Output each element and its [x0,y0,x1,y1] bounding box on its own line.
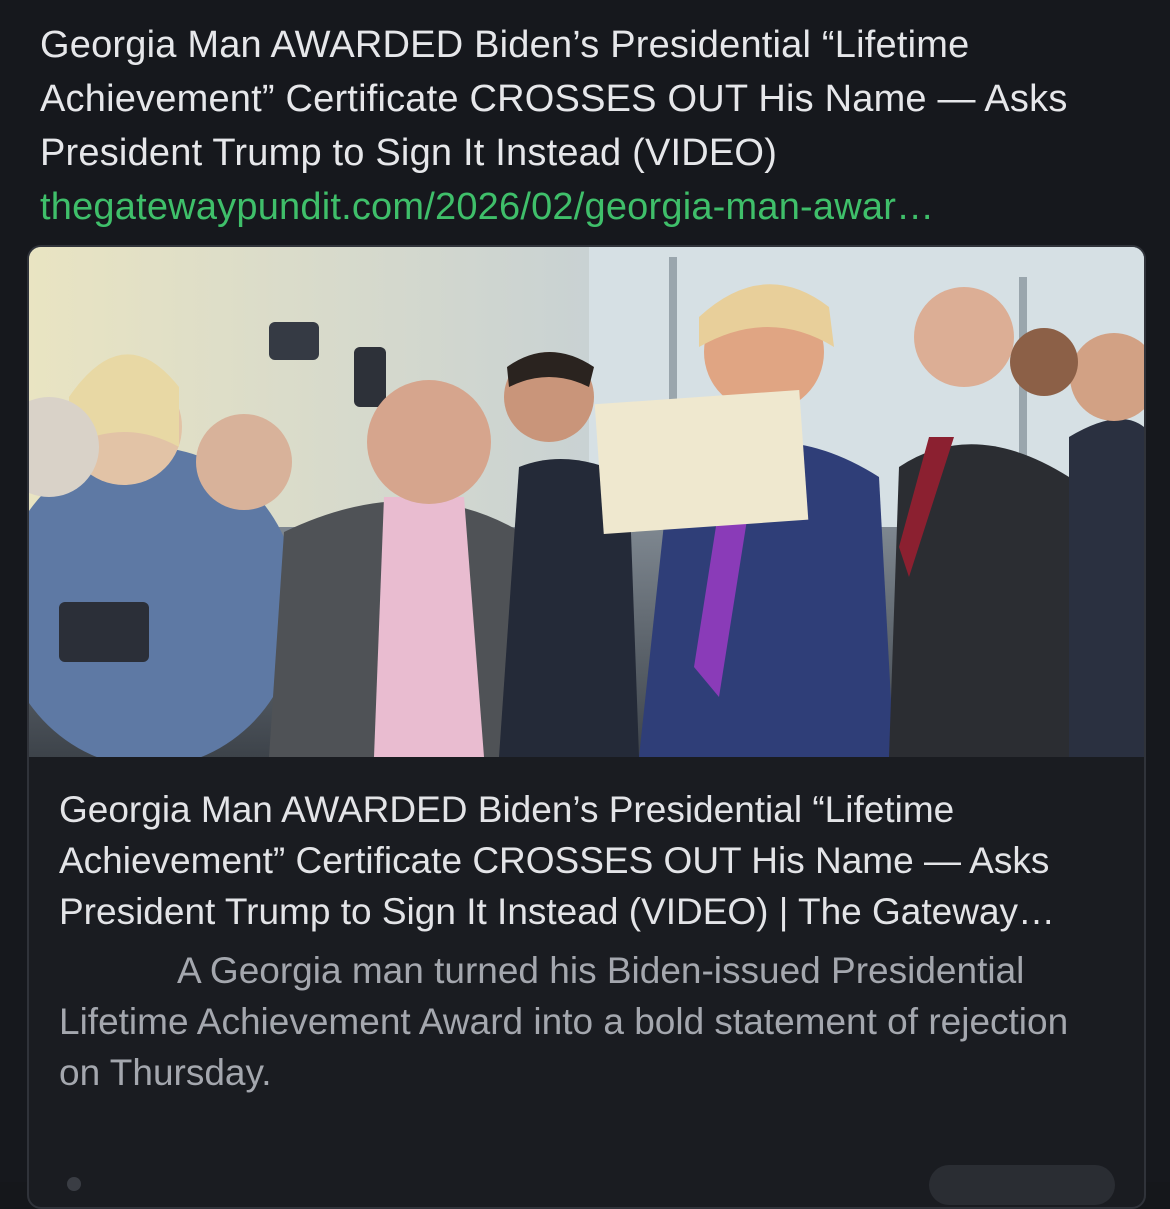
card-title[interactable]: Georgia Man AWARDED Biden’s Presidential… [59,784,1119,937]
card-body: Georgia Man AWARDED Biden’s Presidential… [59,784,1119,1098]
photo-preview-icon [29,247,1144,757]
link-preview-card[interactable]: Georgia Man AWARDED Biden’s Presidential… [27,245,1146,1209]
post-text-block: Georgia Man AWARDED Biden’s Presidential… [40,18,1130,234]
post: Georgia Man AWARDED Biden’s Presidential… [0,0,1170,1209]
card-description: A Georgia man turned his Biden-issued Pr… [59,950,1069,1093]
card-footer-button[interactable] [929,1165,1115,1205]
post-link[interactable]: thegatewaypundit.com/2026/02/georgia-man… [40,180,1130,234]
card-image[interactable] [29,247,1144,757]
post-text: Georgia Man AWARDED Biden’s Presidential… [40,24,1068,174]
card-footer-icon [67,1177,81,1191]
